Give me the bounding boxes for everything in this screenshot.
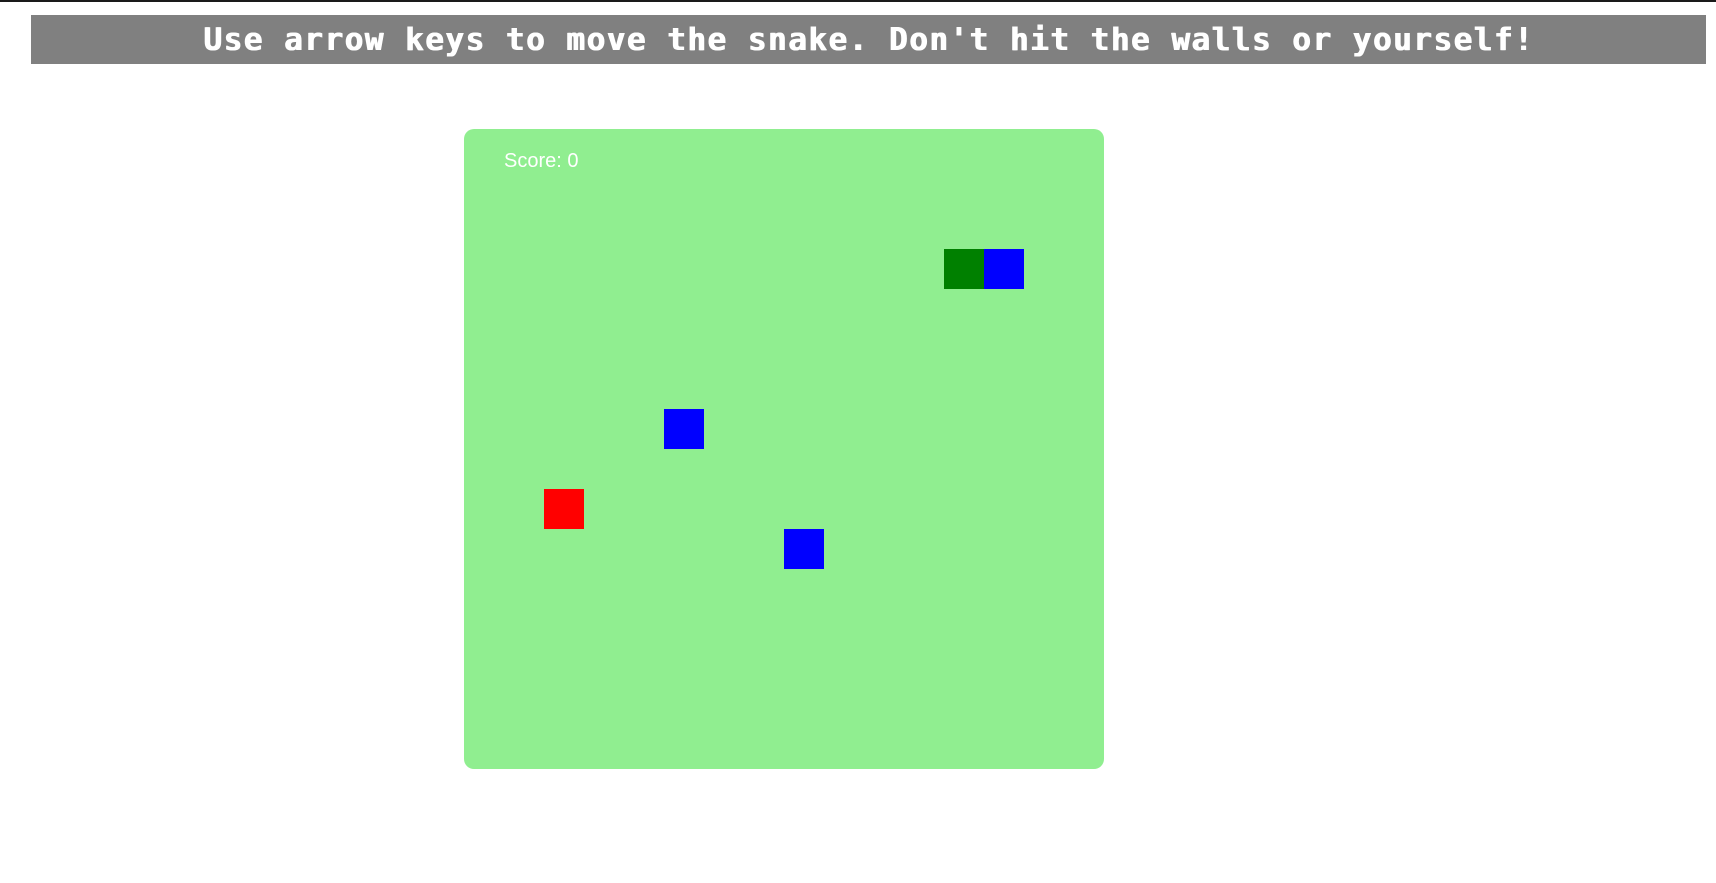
obstacle-block [664,409,704,449]
top-border [0,0,1716,2]
instructions-banner: Use arrow keys to move the snake. Don't … [31,15,1706,64]
game-board[interactable]: Score: 0 [464,129,1104,769]
score-display: Score: 0 [504,150,579,172]
obstacle-block [984,249,1024,289]
food-item [544,489,584,529]
obstacle-block [784,529,824,569]
snake-head [944,249,984,289]
instructions-text: Use arrow keys to move the snake. Don't … [203,21,1534,58]
